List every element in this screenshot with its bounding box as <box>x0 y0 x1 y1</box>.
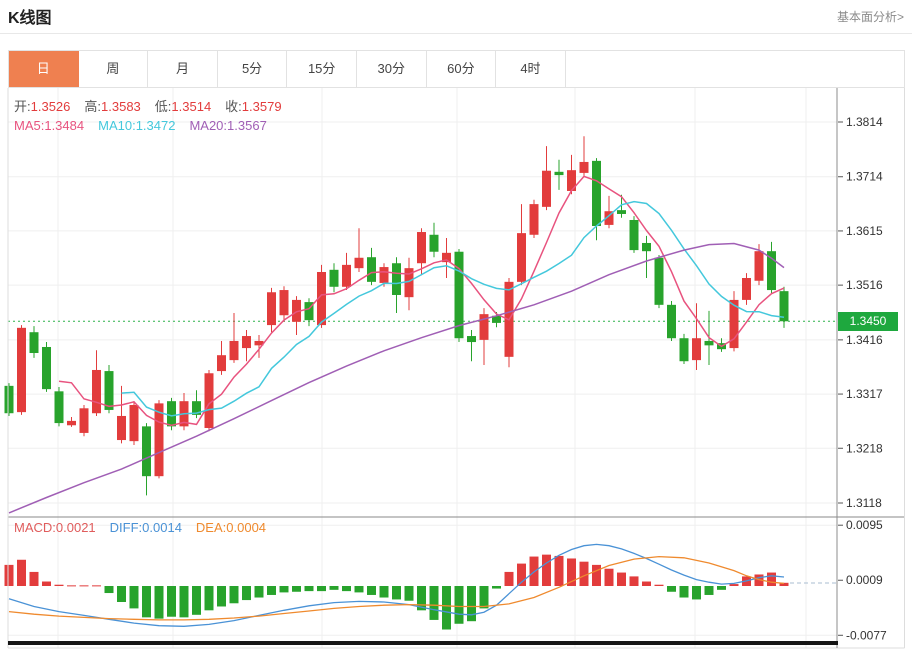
tab-period-7[interactable]: 60分 <box>427 51 497 87</box>
legend-item: MA20:1.3567 <box>189 118 266 133</box>
kline-page: K线图 基本面分析> 日周月5分15分30分60分4时 1.3814 1.3714… <box>0 0 912 649</box>
current-price-tag: 1.3450 <box>838 312 898 331</box>
panel-borders <box>8 88 905 648</box>
svg-text:1.3615: 1.3615 <box>846 224 883 238</box>
legend-item: 高:1.3583 <box>84 99 140 114</box>
legend-item: MA5:1.3484 <box>14 118 84 133</box>
svg-text:1.3317: 1.3317 <box>846 387 883 401</box>
tab-period-2[interactable]: 周 <box>79 51 149 87</box>
tab-period-8[interactable]: 4时 <box>496 51 566 87</box>
macd-axis-labels: 0.0095 0.0009 -0.0077 <box>838 518 887 642</box>
title-divider <box>0 33 912 34</box>
fundamental-analysis-link[interactable]: 基本面分析> <box>837 8 904 25</box>
svg-text:1.3714: 1.3714 <box>846 170 883 184</box>
legend-item: DEA:0.0004 <box>196 520 266 535</box>
candles-layer <box>5 136 789 495</box>
legend-item: MA10:1.3472 <box>98 118 175 133</box>
svg-text:1.3218: 1.3218 <box>846 441 883 455</box>
svg-text:0.0095: 0.0095 <box>846 518 883 532</box>
legend-item: 收:1.3579 <box>225 99 281 114</box>
svg-text:1.3416: 1.3416 <box>846 333 883 347</box>
ma10-line <box>122 202 785 416</box>
ma-legend: MA5:1.3484 MA10:1.3472 MA20:1.3567 <box>14 118 281 133</box>
svg-text:1.3516: 1.3516 <box>846 278 883 292</box>
svg-text:-0.0077: -0.0077 <box>846 628 887 642</box>
kline-chart[interactable]: 1.3814 1.3714 1.3615 1.3516 1.3416 1.3317 1.32… <box>0 88 912 649</box>
tab-period-4[interactable]: 5分 <box>218 51 288 87</box>
legend-item: MACD:0.0021 <box>14 520 96 535</box>
svg-text:1.3814: 1.3814 <box>846 115 883 129</box>
ohlc-legend: 开:1.3526 高:1.3583 低:1.3514 收:1.3579 <box>14 96 296 115</box>
legend-item: 开:1.3526 <box>14 99 70 114</box>
macd-legend: MACD:0.0021 DIFF:0.0014 DEA:0.0004 <box>14 520 280 535</box>
ma5-line <box>59 176 784 425</box>
tabstrip-filler <box>566 51 904 87</box>
period-tabstrip: 日周月5分15分30分60分4时 <box>8 50 905 88</box>
svg-text:0.0009: 0.0009 <box>846 573 883 587</box>
chart-scrollbar[interactable] <box>8 641 838 645</box>
macd-histogram <box>5 555 789 630</box>
tab-period-5[interactable]: 15分 <box>287 51 357 87</box>
page-title: K线图 <box>8 4 52 28</box>
tab-period-6[interactable]: 30分 <box>357 51 427 87</box>
svg-text:1.3118: 1.3118 <box>846 496 882 510</box>
legend-item: DIFF:0.0014 <box>110 520 182 535</box>
tab-period-3[interactable]: 月 <box>148 51 218 87</box>
legend-item: 低:1.3514 <box>155 99 211 114</box>
tab-period-1[interactable]: 日 <box>9 51 79 87</box>
